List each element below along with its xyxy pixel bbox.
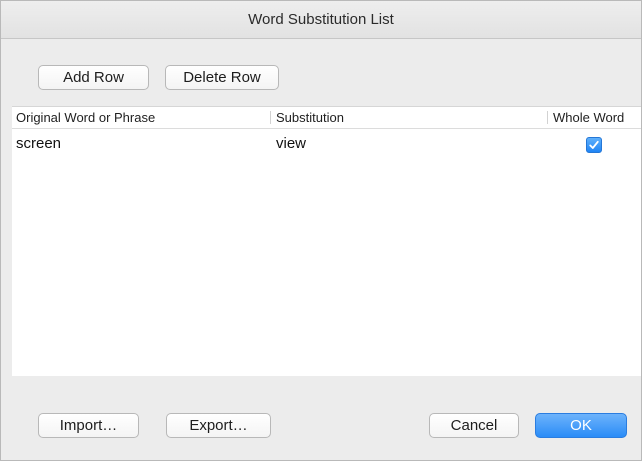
table-header: Original Word or Phrase Substitution Who… — [12, 107, 641, 129]
dialog-title-bar[interactable]: Word Substitution List — [1, 1, 641, 39]
column-header-whole-word[interactable]: Whole Word — [553, 107, 624, 128]
column-divider[interactable] — [547, 111, 548, 124]
original-word-cell[interactable]: screen — [16, 129, 61, 159]
dialog-title: Word Substitution List — [248, 11, 394, 28]
cancel-button[interactable]: Cancel — [429, 413, 519, 438]
substitution-table: Original Word or Phrase Substitution Who… — [12, 106, 641, 376]
export-button[interactable]: Export… — [166, 413, 271, 438]
column-header-substitution[interactable]: Substitution — [276, 107, 344, 128]
word-substitution-dialog: Word Substitution List Add Row Delete Ro… — [0, 0, 642, 461]
table-row[interactable]: screen view — [12, 129, 641, 159]
column-header-original[interactable]: Original Word or Phrase — [16, 107, 155, 128]
substitution-cell[interactable]: view — [276, 129, 306, 159]
ok-button[interactable]: OK — [535, 413, 627, 438]
import-button[interactable]: Import… — [38, 413, 139, 438]
delete-row-button[interactable]: Delete Row — [165, 65, 279, 90]
checkmark-icon — [589, 140, 599, 149]
whole-word-checkbox[interactable] — [586, 137, 602, 153]
add-row-button[interactable]: Add Row — [38, 65, 149, 90]
column-divider[interactable] — [270, 111, 271, 124]
